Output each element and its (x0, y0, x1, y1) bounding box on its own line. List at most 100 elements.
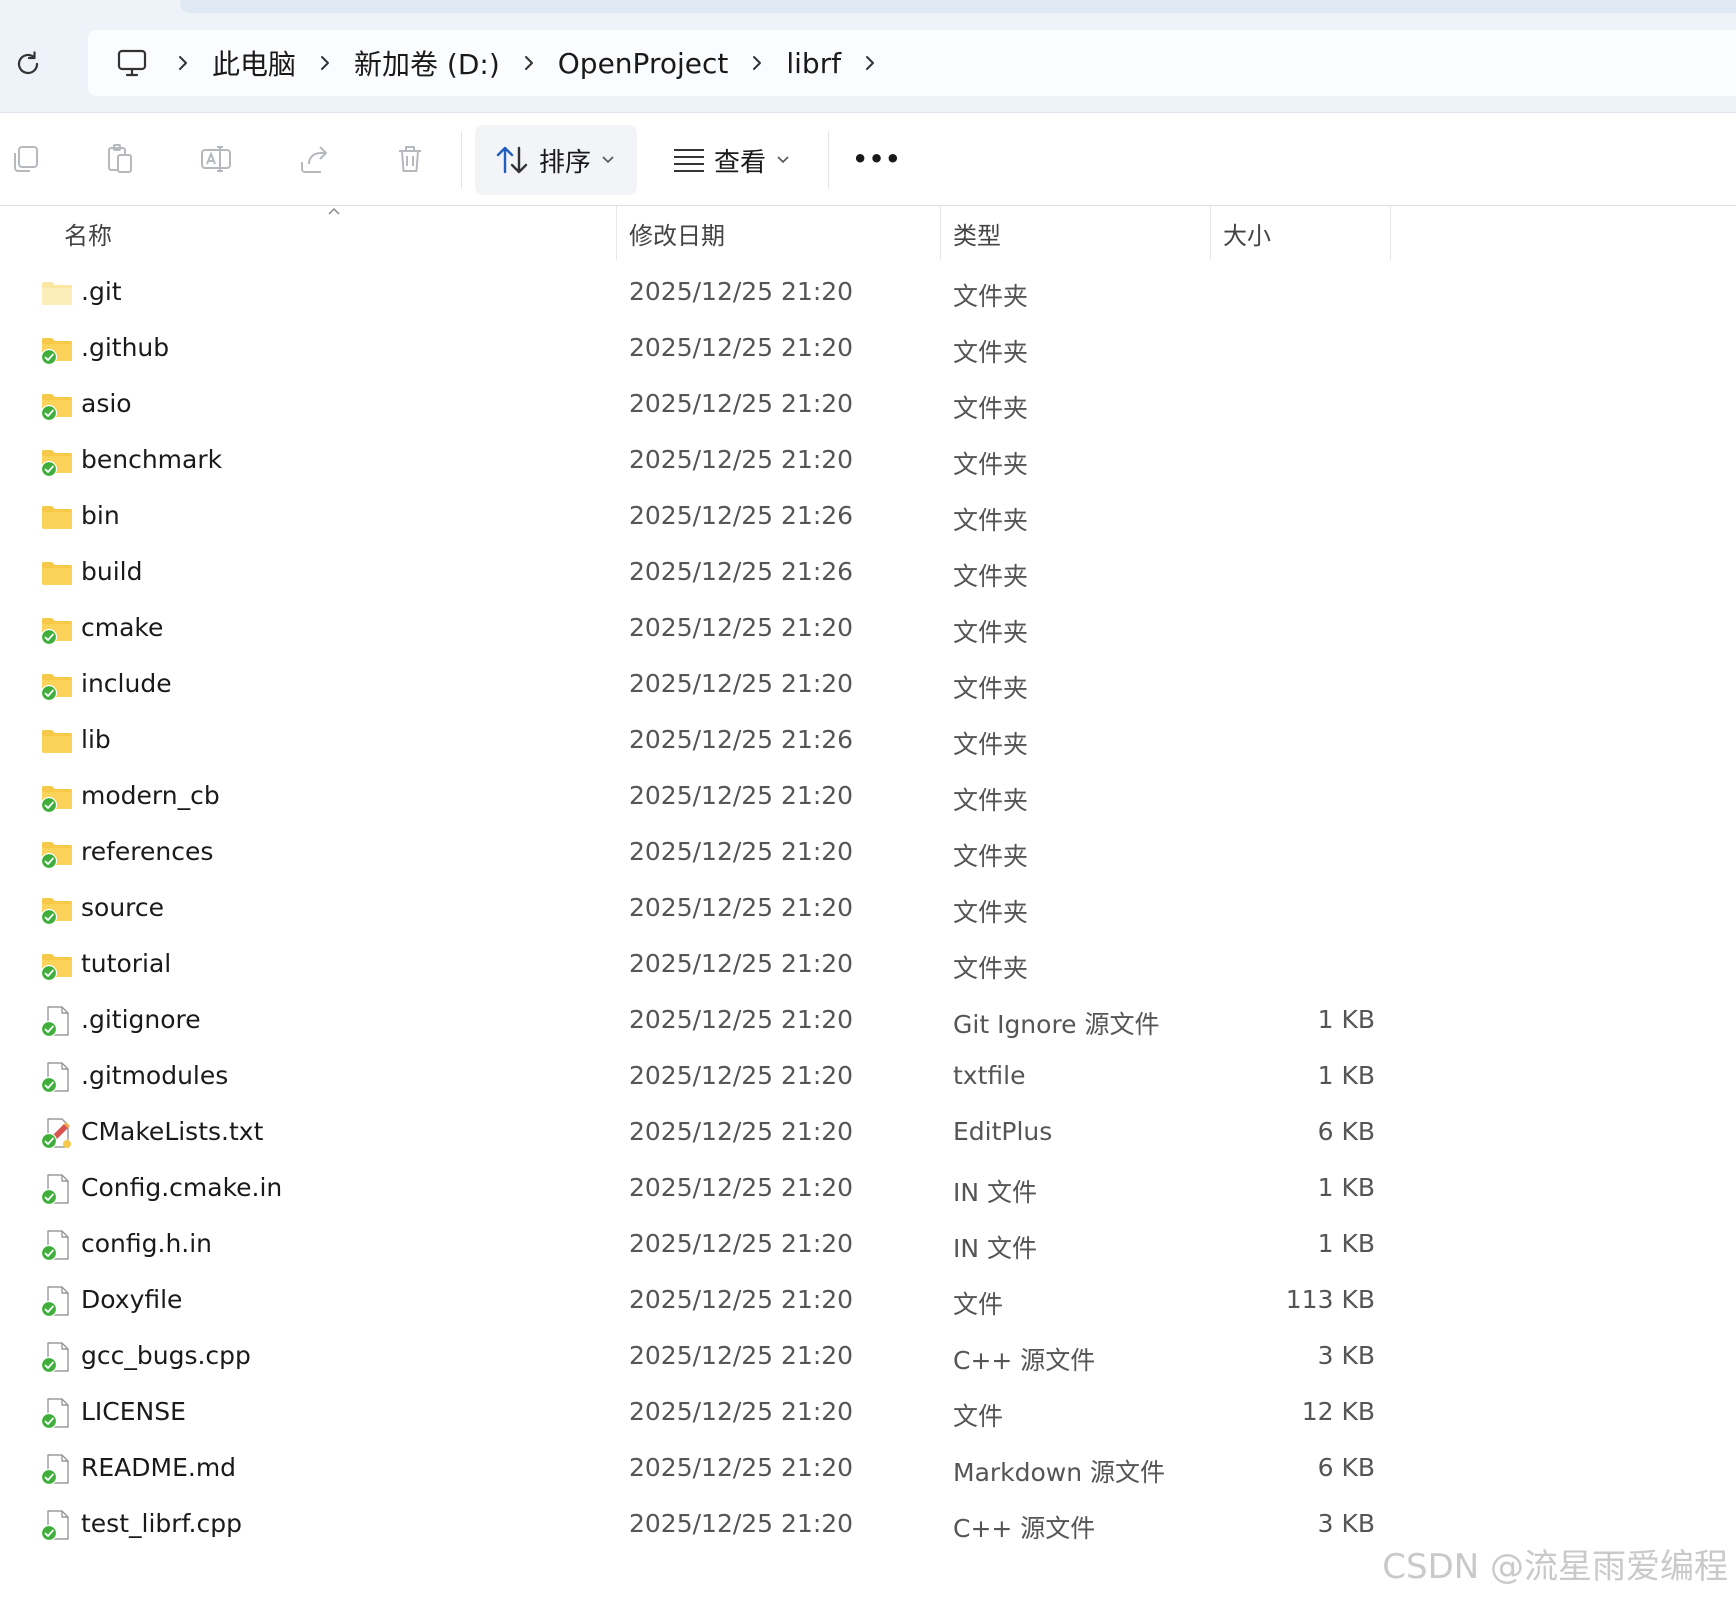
delete-button[interactable] (388, 137, 432, 181)
file-type: 文件夹 (953, 786, 1029, 815)
file-row[interactable]: tutorial 2025/12/25 21:20 文件夹 (0, 938, 1736, 994)
file-row[interactable]: README.md 2025/12/25 21:20 Markdown 源文件 6 K… (0, 1442, 1736, 1498)
sort-ascending-icon (328, 207, 340, 215)
list-view-icon (674, 149, 704, 172)
breadcrumb-item-this-pc[interactable]: 此电脑 (212, 43, 296, 83)
file-row[interactable]: references 2025/12/25 21:20 文件夹 (0, 826, 1736, 882)
breadcrumb-item-librf[interactable]: librf (786, 47, 841, 80)
copy-button[interactable] (4, 137, 48, 181)
file-type: C++ 源文件 (953, 1346, 1096, 1375)
computer-icon[interactable] (110, 41, 154, 85)
active-tab[interactable] (180, 0, 1736, 13)
file-modified: 2025/12/25 21:20 (629, 613, 854, 642)
file-type: 文件 (953, 1402, 1004, 1431)
watermark-text: CSDN @流星雨爱编程 (1382, 1547, 1728, 1587)
more-icon: ••• (852, 145, 902, 173)
file-modified: 2025/12/25 21:20 (629, 1061, 854, 1090)
file-modified: 2025/12/25 21:20 (629, 1509, 854, 1538)
refresh-button[interactable] (8, 44, 48, 84)
chevron-right-icon[interactable] (740, 53, 774, 73)
file-row[interactable]: benchmark 2025/12/25 21:20 文件夹 (0, 434, 1736, 490)
file-name: source (81, 893, 165, 922)
file-name: cmake (81, 613, 164, 642)
file-row[interactable]: Doxyfile 2025/12/25 21:20 文件 113 KB (0, 1274, 1736, 1330)
file-type: 文件夹 (953, 338, 1029, 367)
file-size: 3 KB (1317, 1509, 1375, 1538)
file-row[interactable]: cmake 2025/12/25 21:20 文件夹 (0, 602, 1736, 658)
file-row[interactable]: config.h.in 2025/12/25 21:20 IN 文件 1 KB (0, 1218, 1736, 1274)
column-divider[interactable] (616, 206, 617, 260)
toolbar-separator (828, 131, 829, 189)
file-icon (40, 1396, 74, 1430)
breadcrumb-item-openproject[interactable]: OpenProject (558, 47, 729, 80)
file-row[interactable]: .gitmodules 2025/12/25 21:20 txtfile 1 KB (0, 1050, 1736, 1106)
file-modified: 2025/12/25 21:20 (629, 1453, 854, 1482)
chevron-right-icon[interactable] (512, 53, 546, 73)
more-options-button[interactable]: ••• (850, 137, 904, 181)
paste-button[interactable] (98, 137, 142, 181)
file-row[interactable]: lib 2025/12/25 21:26 文件夹 (0, 714, 1736, 770)
column-header-name[interactable]: 名称 (64, 216, 112, 251)
file-row[interactable]: .git 2025/12/25 21:20 文件夹 (0, 266, 1736, 322)
share-icon (301, 146, 327, 173)
file-modified: 2025/12/25 21:20 (629, 949, 854, 978)
file-name: asio (81, 389, 132, 418)
folder-icon (40, 388, 74, 422)
chevron-right-icon[interactable] (308, 53, 342, 73)
file-type: 文件夹 (953, 898, 1029, 927)
folder-icon (40, 612, 74, 646)
file-icon (40, 1452, 74, 1486)
file-row[interactable]: gcc_bugs.cpp 2025/12/25 21:20 C++ 源文件 3 KB (0, 1330, 1736, 1386)
file-modified: 2025/12/25 21:26 (629, 725, 854, 754)
file-size: 6 KB (1317, 1117, 1375, 1146)
file-type: 文件夹 (953, 394, 1029, 423)
file-size: 1 KB (1317, 1229, 1375, 1258)
file-name: test_librf.cpp (81, 1509, 242, 1538)
column-header-modified[interactable]: 修改日期 (629, 216, 725, 251)
file-name: .gitignore (81, 1005, 201, 1034)
file-row[interactable]: build 2025/12/25 21:26 文件夹 (0, 546, 1736, 602)
column-divider[interactable] (1390, 206, 1391, 260)
file-row[interactable]: Config.cmake.in 2025/12/25 21:20 IN 文件 1 KB (0, 1162, 1736, 1218)
file-icon (40, 1508, 74, 1542)
view-button[interactable]: 查看 (660, 125, 810, 195)
file-name: build (81, 557, 143, 586)
chevron-right-icon[interactable] (166, 53, 200, 73)
file-name: .git (81, 277, 122, 306)
file-type: IN 文件 (953, 1234, 1038, 1263)
column-header-size[interactable]: 大小 (1223, 216, 1271, 251)
chevron-right-icon[interactable] (853, 53, 887, 73)
column-divider[interactable] (940, 206, 941, 260)
file-row[interactable]: include 2025/12/25 21:20 文件夹 (0, 658, 1736, 714)
file-row[interactable]: asio 2025/12/25 21:20 文件夹 (0, 378, 1736, 434)
sort-button[interactable]: 排序 (475, 125, 637, 195)
file-row[interactable]: modern_cb 2025/12/25 21:20 文件夹 (0, 770, 1736, 826)
file-icon (40, 1060, 74, 1094)
folder-icon (40, 836, 74, 870)
file-row[interactable]: CMakeLists.txt 2025/12/25 21:20 EditPlus 6 … (0, 1106, 1736, 1162)
file-row[interactable]: LICENSE 2025/12/25 21:20 文件 12 KB (0, 1386, 1736, 1442)
file-name: lib (81, 725, 111, 754)
file-name: .gitmodules (81, 1061, 229, 1090)
file-row[interactable]: .gitignore 2025/12/25 21:20 Git Ignore 源文件… (0, 994, 1736, 1050)
rename-button[interactable] (194, 137, 238, 181)
file-type: txtfile (953, 1061, 1026, 1090)
file-type: 文件夹 (953, 282, 1029, 311)
file-modified: 2025/12/25 21:20 (629, 445, 854, 474)
file-modified: 2025/12/25 21:20 (629, 277, 854, 306)
share-button[interactable] (292, 137, 336, 181)
column-divider[interactable] (1210, 206, 1211, 260)
sort-arrows-icon (496, 146, 528, 174)
column-header-type[interactable]: 类型 (953, 216, 1001, 251)
chevron-down-icon (602, 156, 614, 164)
breadcrumb[interactable]: 此电脑 新加卷 (D:) OpenProject librf (88, 30, 1736, 96)
file-row[interactable]: source 2025/12/25 21:20 文件夹 (0, 882, 1736, 938)
folder-icon (40, 780, 74, 814)
file-name: benchmark (81, 445, 223, 474)
breadcrumb-item-drive-d[interactable]: 新加卷 (D:) (354, 43, 500, 83)
file-row[interactable]: .github 2025/12/25 21:20 文件夹 (0, 322, 1736, 378)
file-size: 3 KB (1317, 1341, 1375, 1370)
clipboard-icon (108, 144, 132, 173)
file-type: C++ 源文件 (953, 1514, 1096, 1543)
file-row[interactable]: bin 2025/12/25 21:26 文件夹 (0, 490, 1736, 546)
